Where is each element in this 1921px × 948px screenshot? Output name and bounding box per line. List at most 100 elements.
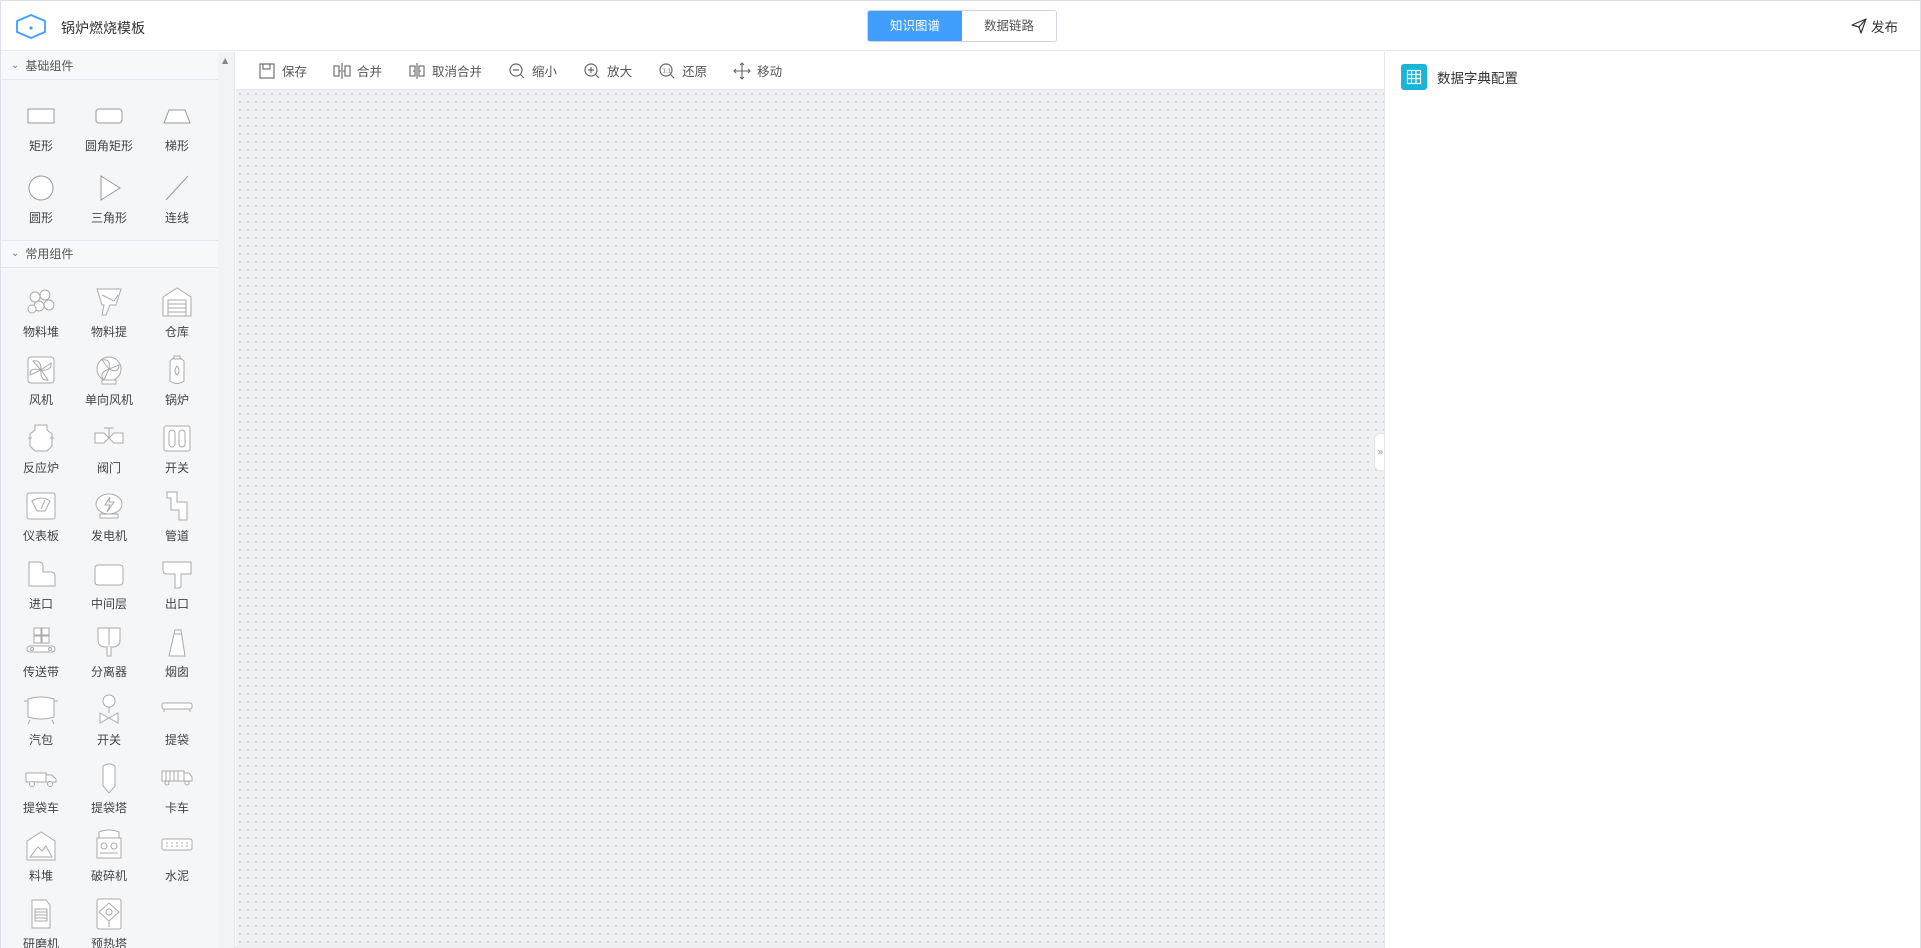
zoom-out-button[interactable]: 缩小: [508, 61, 557, 80]
zoom-reset-button[interactable]: 1:1 还原: [658, 61, 707, 80]
component-label: 开关: [96, 732, 121, 747]
boiler-icon: [169, 355, 185, 384]
component-label: 料堆: [28, 868, 53, 883]
component-label: 圆角矩形: [84, 138, 133, 153]
component-rectangle[interactable]: 矩形: [7, 90, 75, 162]
component-pipe[interactable]: 管道: [143, 482, 211, 550]
rounded-rectangle-icon: [95, 108, 123, 123]
zoom-in-icon: [584, 62, 600, 78]
component-label: 物料提: [90, 324, 127, 339]
send-icon: [1851, 18, 1867, 34]
component-warehouse[interactable]: 仓库: [143, 278, 211, 346]
component-label: 矩形: [28, 138, 53, 153]
grinder-icon: [31, 899, 51, 928]
component-rounded-rectangle[interactable]: 圆角矩形: [75, 90, 143, 162]
component-label: 卡车: [164, 800, 189, 815]
component-bag-lift[interactable]: 提袋: [143, 686, 211, 754]
component-conveyor[interactable]: 传送带: [7, 618, 75, 686]
app-title: 锅炉燃烧模板: [61, 21, 145, 37]
component-label: 三角形: [90, 210, 127, 225]
steam-drum-icon: [24, 696, 58, 724]
switch-icon: [163, 425, 191, 451]
component-label: 单向风机: [84, 392, 133, 407]
component-bag-truck[interactable]: 提袋车: [7, 754, 75, 822]
component-fan[interactable]: 风机: [7, 346, 75, 414]
component-label: 传送带: [22, 664, 59, 679]
component-separator[interactable]: 分离器: [75, 618, 143, 686]
component-material-lift[interactable]: 物料提: [75, 278, 143, 346]
move-button[interactable]: 移动: [733, 61, 782, 80]
component-middle-layer[interactable]: 中间层: [75, 550, 143, 618]
save-button[interactable]: 保存: [258, 61, 307, 80]
material-pile-icon: [27, 289, 55, 313]
component-triangle[interactable]: 三角形: [75, 162, 143, 234]
dashboard-icon: [26, 492, 56, 519]
sidebar-scrollbar[interactable]: ▲: [218, 52, 235, 948]
unmerge-button[interactable]: 取消合并: [408, 61, 482, 80]
merge-button[interactable]: 合并: [333, 61, 382, 80]
component-label: 出口: [164, 596, 189, 611]
publish-button[interactable]: 发布: [1851, 16, 1898, 36]
component-outlet[interactable]: 出口: [143, 550, 211, 618]
conveyor-icon: [26, 627, 56, 652]
table-icon: [1401, 64, 1427, 90]
properties-panel: 数据字典配置: [1384, 52, 1920, 948]
chevron-down-icon: ⌄: [11, 59, 20, 71]
component-reactor[interactable]: 反应炉: [7, 414, 75, 482]
component-bag-tower[interactable]: 提袋塔: [75, 754, 143, 822]
middle-layer-icon: [94, 564, 124, 585]
reactor-icon: [28, 424, 54, 451]
component-circle[interactable]: 圆形: [7, 162, 75, 234]
line-icon: [165, 175, 189, 200]
bag-truck-icon: [25, 772, 57, 787]
component-switch[interactable]: 开关: [143, 414, 211, 482]
component-steam-drum[interactable]: 汽包: [7, 686, 75, 754]
component-label: 水泥: [164, 868, 189, 883]
component-stockpile[interactable]: 料堆: [7, 822, 75, 890]
group-common-header[interactable]: ⌄ 常用组件: [1, 240, 218, 268]
panel-title: 数据字典配置: [1437, 71, 1518, 87]
component-label: 进口: [28, 596, 53, 611]
component-oneway-fan[interactable]: 单向风机: [75, 346, 143, 414]
component-grinder[interactable]: 研磨机: [7, 890, 75, 948]
tab-knowledge-graph[interactable]: 知识图谱: [868, 11, 962, 41]
oneway-fan-icon: [96, 356, 122, 384]
fan-icon: [27, 356, 55, 383]
component-inlet[interactable]: 进口: [7, 550, 75, 618]
tab-data-link[interactable]: 数据链路: [962, 11, 1056, 41]
scroll-up-arrow-icon[interactable]: ▲: [222, 56, 228, 65]
pipe-icon: [166, 491, 188, 520]
component-material-pile[interactable]: 物料堆: [7, 278, 75, 346]
component-preheater[interactable]: 预热塔: [75, 890, 143, 948]
zoom-out-icon: [509, 62, 525, 78]
component-label: 提袋车: [22, 800, 59, 815]
component-switch-valve[interactable]: 开关: [75, 686, 143, 754]
component-truck[interactable]: 卡车: [143, 754, 211, 822]
component-chimney[interactable]: 烟囱: [143, 618, 211, 686]
component-trapezoid[interactable]: 梯形: [143, 90, 211, 162]
component-boiler[interactable]: 锅炉: [143, 346, 211, 414]
drawing-canvas[interactable]: [236, 90, 1384, 948]
component-cement[interactable]: 水泥: [143, 822, 211, 890]
view-switch: 知识图谱 数据链路: [867, 10, 1057, 42]
group-basic-title: 基础组件: [25, 58, 74, 73]
component-sidebar: ⌄ 基础组件 矩形 圆角矩形 梯形 圆形 三角形 连线 ⌄ 常用组件 物料堆 物…: [1, 52, 219, 948]
component-label: 开关: [164, 460, 189, 475]
component-crusher[interactable]: 破碎机: [75, 822, 143, 890]
component-dashboard[interactable]: 仪表板: [7, 482, 75, 550]
component-valve[interactable]: 阀门: [75, 414, 143, 482]
basic-components-grid: 矩形 圆角矩形 梯形 圆形 三角形 连线: [1, 80, 218, 240]
component-label: 仪表板: [22, 528, 59, 543]
component-label: 破碎机: [90, 868, 127, 883]
save-label: 保存: [282, 64, 308, 79]
component-label: 阀门: [96, 460, 121, 475]
component-generator[interactable]: 发电机: [75, 482, 143, 550]
truck-icon: [161, 770, 193, 785]
bag-tower-icon: [102, 763, 116, 794]
move-label: 移动: [757, 64, 783, 79]
component-line[interactable]: 连线: [143, 162, 211, 234]
zoom-in-button[interactable]: 放大: [583, 61, 632, 80]
group-basic-header[interactable]: ⌄ 基础组件: [1, 52, 218, 80]
chevron-down-icon: ⌄: [11, 248, 20, 259]
merge-label: 合并: [357, 64, 383, 79]
